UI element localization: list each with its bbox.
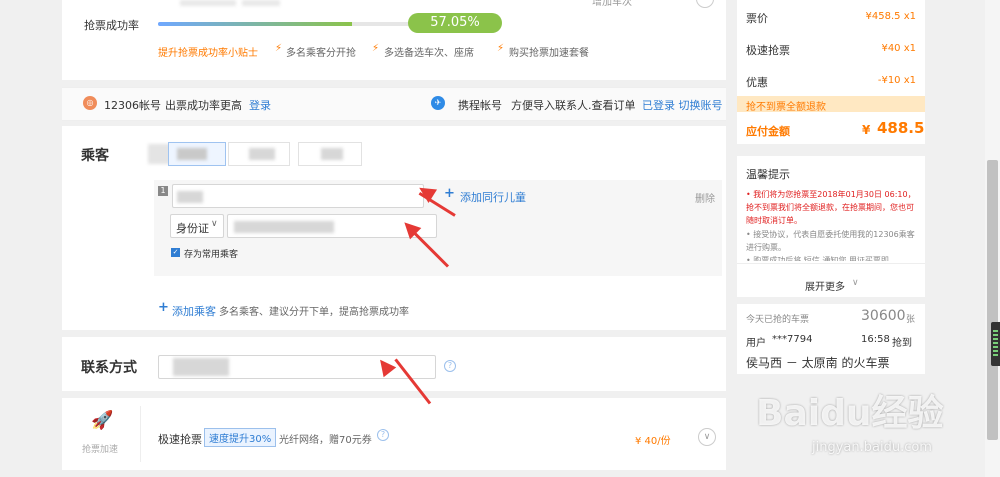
speedup-price: ¥ 40/份 <box>635 436 671 447</box>
speedup-badge: 速度提升30% <box>204 428 277 447</box>
tip-item: 购买抢票加速套餐 <box>509 48 589 59</box>
scrollbar-thumb[interactable] <box>987 160 998 440</box>
notice-card: 温馨提示 • 我们将为您抢票至2018年01月30日 06:10，抢不到票我们将… <box>737 156 925 297</box>
speedup-desc: 光纤网络，赠70元券 <box>279 435 372 446</box>
add-passenger-hint: 多名乘客、建议分开下单，提高抢票成功率 <box>219 307 409 318</box>
price-row-value: ¥458.5 x1 <box>865 11 916 22</box>
notice-red-text: • 我们将为您抢票至2018年01月30日 06:10，抢不到票我们将全额退款，… <box>746 190 916 225</box>
ctrip-account-desc: 方便导入联系人.查看订单 <box>511 99 636 112</box>
user-time: 16:58 <box>861 334 890 345</box>
delete-link[interactable]: 删除 <box>695 190 715 205</box>
ctrip-account-label: 携程帐号 <box>458 99 502 112</box>
redacted-tab <box>242 0 280 6</box>
scrollbar-track[interactable] <box>985 0 1000 477</box>
price-row-label: 优惠 <box>746 76 768 89</box>
speedup-item-label: 极速抢票 <box>158 433 202 446</box>
notice-gray-text: • 接受协议，代表自愿委托使用我的12306乘客进行购票。 <box>746 230 915 252</box>
total-currency: ¥ <box>862 123 871 137</box>
total-value: 488.5 <box>877 119 925 137</box>
speedup-card: 🚀 抢票加速 极速抢票 速度提升30% 光纤网络，赠70元券 ? ¥ 40/份 … <box>62 398 726 470</box>
divider <box>140 406 141 462</box>
stats-label: 今天已抢的车票 <box>746 315 810 325</box>
refund-banner-text: 抢不到票全额退款 <box>746 102 826 113</box>
id-type-select[interactable]: 身份证 ∨ <box>170 214 224 238</box>
expand-more-link[interactable]: 展开更多 <box>805 278 845 293</box>
contact-title: 联系方式 <box>81 360 137 376</box>
account-12306-desc: 出票成功率更高 <box>165 99 242 112</box>
chevron-down-icon[interactable]: ∨ <box>698 428 716 446</box>
stats-unit: 张 <box>906 315 916 325</box>
save-passenger-checkbox[interactable]: ✓ <box>171 248 180 257</box>
passenger-chip[interactable] <box>298 142 362 166</box>
top-right-circle[interactable] <box>696 0 714 8</box>
chevron-down-icon: ∨ <box>211 219 218 229</box>
progress-value: 57.05% <box>430 15 480 30</box>
notice-title: 温馨提示 <box>746 168 790 181</box>
side-widget-bars <box>993 330 998 358</box>
name-input[interactable] <box>172 184 424 208</box>
progress-fill <box>158 22 352 26</box>
add-icon[interactable]: + <box>444 186 455 201</box>
watermark-brand: Baidu经验 <box>756 393 944 434</box>
rocket-icon: 🚀 <box>91 410 114 431</box>
watermark: Baidu经验 jingyan.baidu.com <box>752 380 982 460</box>
price-row-value: ¥40 x1 <box>881 43 916 54</box>
top-right-text: 增加车次 <box>592 0 632 8</box>
success-rate-card: 增加车次 抢票成功率 57.05% 提升抢票成功率小贴士 ⚡ 多名乘客分开抢 ⚡… <box>62 0 726 80</box>
notice-gray-text: • 购票成功后将 短信 通知您 用证买票即 <box>746 256 889 261</box>
passenger-chip-selected[interactable] <box>168 142 226 166</box>
success-rate-label: 抢票成功率 <box>84 19 139 32</box>
passenger-title: 乘客 <box>81 148 109 164</box>
route-text: 侯马西 － 太原南 的火车票 <box>746 356 890 370</box>
side-widget[interactable] <box>991 322 1000 366</box>
speedup-icon-label: 抢票加速 <box>82 445 119 455</box>
passenger-card: 乘客 1 + 添加同行儿童 删除 身份证 ∨ ✓ 存为常用乘客 + 添加乘客 多… <box>62 126 726 330</box>
price-row-label: 极速抢票 <box>746 44 790 57</box>
chevron-down-icon[interactable]: ∨ <box>852 278 859 288</box>
tip-item: 多选备选车次、座席 <box>384 48 474 59</box>
id-type-value: 身份证 <box>176 222 209 235</box>
stats-count: 30600 <box>861 308 906 324</box>
price-summary: 票价 ¥458.5 x1 极速抢票 ¥40 x1 优惠 -¥10 x1 抢不到票… <box>737 0 925 144</box>
progress-value-bubble: 57.05% <box>408 13 502 33</box>
add-passenger-link[interactable]: 添加乘客 <box>172 303 216 319</box>
price-row-value: -¥10 x1 <box>877 75 916 86</box>
stats-card: 今天已抢的车票 30600 张 用户 ***7794 16:58 抢到 侯马西 … <box>737 304 925 374</box>
price-row-label: 票价 <box>746 12 768 25</box>
redacted-tab <box>180 0 236 6</box>
account-bar: ◎ 12306帐号 出票成功率更高 登录 ✈ 携程帐号 方便导入联系人.查看订单… <box>62 87 726 121</box>
12306-logo-icon: ◎ <box>83 96 97 110</box>
user-action: 抢到 <box>892 338 912 349</box>
lightning-icon: ⚡ <box>372 43 380 54</box>
row-number: 1 <box>158 186 168 196</box>
lightning-icon: ⚡ <box>497 43 505 54</box>
passenger-row: 1 + 添加同行儿童 删除 身份证 ∨ ✓ 存为常用乘客 <box>154 180 722 276</box>
add-passenger-icon[interactable]: + <box>158 300 169 315</box>
watermark-url: jingyan.baidu.com <box>812 440 932 455</box>
add-child-link[interactable]: 添加同行儿童 <box>460 189 526 205</box>
user-label: 用户 <box>746 338 766 349</box>
tip-link[interactable]: 提升抢票成功率小贴士 <box>158 44 258 59</box>
login-link[interactable]: 登录 <box>249 97 271 113</box>
ctrip-status-link[interactable]: 已登录 切换账号 <box>642 97 723 113</box>
help-icon[interactable]: ? <box>377 429 389 441</box>
notice-divider <box>737 263 925 264</box>
tip-item: 多名乘客分开抢 <box>286 48 356 59</box>
user-name: ***7794 <box>772 334 813 345</box>
total-label: 应付金额 <box>746 125 790 138</box>
help-icon[interactable]: ? <box>444 360 456 372</box>
save-passenger-label: 存为常用乘客 <box>184 250 239 260</box>
account-12306-label: 12306帐号 <box>104 99 161 112</box>
lightning-icon: ⚡ <box>275 43 283 54</box>
passenger-chip[interactable] <box>228 142 290 166</box>
refund-banner: 抢不到票全额退款 <box>737 96 925 113</box>
ctrip-logo-icon: ✈ <box>431 96 445 110</box>
